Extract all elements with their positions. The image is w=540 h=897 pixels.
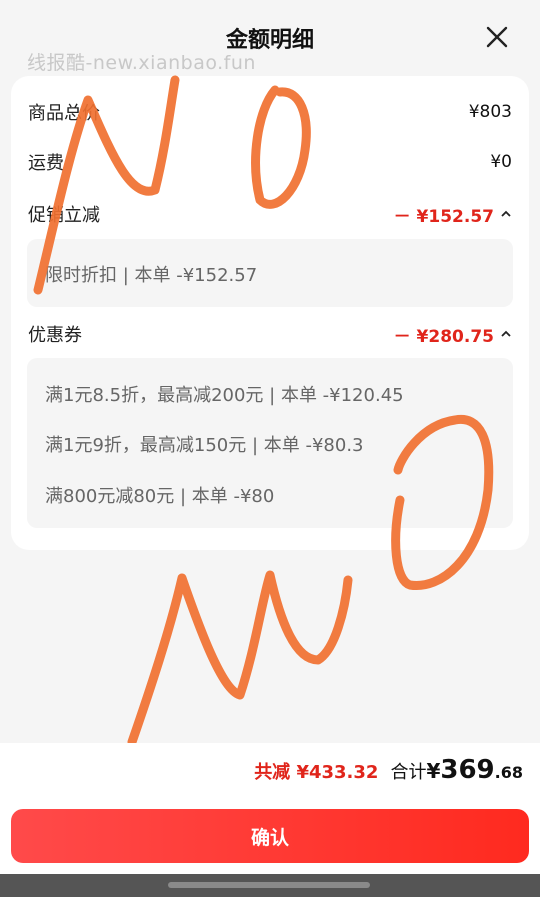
chevron-up-icon[interactable]: [500, 208, 512, 220]
promotion-amount: － ¥152.57: [393, 206, 494, 227]
bottom-bar: 共减 ¥433.32 合计 ¥ 369 .68 确认: [0, 743, 540, 874]
coupon-label: 优惠券: [28, 325, 82, 346]
summary-row: 共减 ¥433.32 合计 ¥ 369 .68: [254, 755, 523, 785]
promotion-detail-line: 限时折扣 | 本单 -¥152.57: [45, 265, 258, 286]
promotion-value[interactable]: － ¥152.57: [394, 202, 512, 227]
promotion-detail-box: 限时折扣 | 本单 -¥152.57: [27, 239, 513, 307]
home-indicator[interactable]: [168, 882, 370, 888]
row-shipping: 运费 ¥0: [28, 148, 512, 176]
row-product-total: 商品总价 ¥803: [28, 98, 512, 126]
total-saved: 共减 ¥433.32: [254, 762, 379, 783]
chevron-up-icon[interactable]: [500, 328, 512, 340]
shipping-label: 运费: [28, 153, 64, 174]
promotion-label: 促销立减: [28, 205, 100, 226]
row-coupon[interactable]: 优惠券 － ¥280.75: [28, 320, 512, 348]
coupon-detail-line: 满1元8.5折，最高减200元 | 本单 -¥120.45: [45, 385, 404, 406]
close-icon[interactable]: [484, 24, 510, 50]
total-currency: ¥: [426, 759, 441, 783]
coupon-amount: － ¥280.75: [393, 326, 494, 347]
watermark-text: 线报酷-new.xianbao.fun: [27, 52, 256, 74]
product-total-label: 商品总价: [28, 103, 100, 124]
total-label: 合计: [390, 762, 427, 783]
total-integer: 369: [440, 755, 495, 785]
row-promotion[interactable]: 促销立减 － ¥152.57: [28, 200, 512, 228]
coupon-value[interactable]: － ¥280.75: [394, 322, 512, 347]
detail-card: 商品总价 ¥803 运费 ¥0 促销立减 － ¥152.57 限时折扣 | 本单…: [11, 76, 529, 550]
coupon-detail-line: 满800元减80元 | 本单 -¥80: [45, 486, 275, 507]
coupon-detail-line: 满1元9折，最高减150元 | 本单 -¥80.3: [45, 435, 364, 456]
confirm-button[interactable]: 确认: [11, 809, 529, 863]
coupon-detail-box: 满1元8.5折，最高减200元 | 本单 -¥120.45 满1元9折，最高减1…: [27, 358, 513, 528]
amount-detail-sheet: 金额明细 线报酷-new.xianbao.fun 商品总价 ¥803 运费 ¥0…: [0, 0, 540, 897]
total-decimal: .68: [494, 763, 523, 782]
shipping-value: ¥0: [490, 152, 512, 172]
system-nav-bar: [0, 874, 540, 897]
product-total-value: ¥803: [468, 102, 512, 122]
